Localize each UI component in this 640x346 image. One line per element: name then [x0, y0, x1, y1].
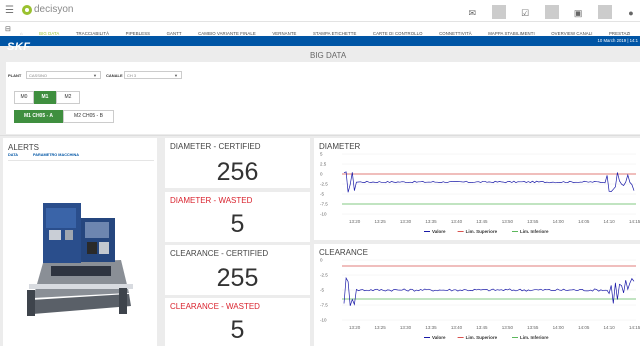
legend-entry: Valore — [432, 335, 446, 340]
y-tick-label: -10 — [320, 318, 327, 323]
user-icon[interactable]: ● — [624, 6, 638, 20]
kpi-label: CLEARANCE - WASTED — [170, 302, 260, 311]
legend-entry: Lim. Inferiore — [520, 335, 549, 340]
x-tick-label: 13:35 — [425, 219, 437, 224]
x-tick-label: 14:05 — [578, 325, 590, 330]
y-tick-label: -5 — [320, 288, 324, 293]
date-time: 10 March 2019 | 14:1 — [597, 38, 638, 43]
kpi-label: DIAMETER - CERTIFIED — [170, 142, 261, 151]
app-name: decisyon — [34, 4, 74, 15]
brand-bar: 10 March 2019 | 14:1 — [0, 36, 640, 46]
filter-panel: PLANT CASSINO ▼ CANALE CH 3 ▼ M0 M1 M2 M… — [6, 62, 640, 134]
x-tick-label: 13:20 — [349, 219, 361, 224]
plant-label: PLANT — [8, 73, 22, 78]
kpi-value: 256 — [216, 158, 259, 186]
y-tick-label: 2.5 — [320, 162, 327, 167]
skf-logo: SKF — [7, 41, 31, 53]
kpi-card-diameter-certified: DIAMETER - CERTIFIED 256 — [165, 138, 310, 188]
x-tick-label: 13:25 — [374, 219, 386, 224]
diameter-chart-card: DIAMETER 5 2.5 0 -2.5 -5 -7.5 -10 13:20 13:25 13:… — [314, 138, 640, 240]
kpi-value: 5 — [230, 210, 245, 238]
y-tick-label: 0 — [320, 258, 323, 263]
x-tick-label: 14:00 — [553, 325, 565, 330]
canale-label: CANALE — [106, 73, 123, 78]
x-tick-label: 13:55 — [527, 219, 539, 224]
clearance-chart: 0 -2.5 -5 -7.5 -10 13:20 13:25 13:30 13:35 13:40 1… — [320, 258, 640, 341]
x-tick-label: 13:50 — [502, 219, 514, 224]
nav-tree-icon[interactable]: ⊟ — [5, 25, 11, 33]
divider — [491, 4, 506, 19]
plant-value: CASSINO — [29, 73, 48, 78]
x-tick-label: 14:10 — [604, 219, 616, 224]
menu-icon[interactable]: ☰ — [5, 5, 14, 16]
x-tick-label: 13:25 — [374, 325, 386, 330]
x-tick-label: 13:45 — [476, 325, 488, 330]
kpi-card-diameter-wasted: DIAMETER - WASTED 5 — [165, 192, 310, 242]
top-icons: ✉ ☑ ▣ ● — [457, 3, 638, 19]
mail-icon[interactable]: ✉ — [465, 6, 479, 20]
kpi-card-clearance-certified: CLEARANCE - CERTIFIED 255 — [165, 245, 310, 295]
checkbox-icon[interactable]: ☑ — [518, 6, 532, 20]
canale-select[interactable]: CH 3 ▼ — [124, 71, 182, 79]
divider — [0, 135, 640, 136]
legend-entry: Valore — [432, 229, 446, 234]
nav-bar: ⊟ ⌂ BIG DATA TRACCIABILITÀ PIPEBLESS GAN… — [0, 22, 640, 36]
clearance-chart-card: CLEARANCE 0 -2.5 -5 -7.5 -10 13:20 13:25 13:30 1… — [314, 244, 640, 346]
y-tick-label: 5 — [320, 152, 323, 157]
x-tick-label: 13:55 — [527, 325, 539, 330]
legend-entry: Lim. Inferiore — [520, 229, 549, 234]
x-tick-label: 14:00 — [553, 219, 565, 224]
x-tick-label: 14:15 — [629, 325, 640, 330]
kpi-value: 255 — [216, 264, 259, 292]
divider — [597, 4, 612, 19]
series-line-valore — [343, 276, 635, 306]
chevron-down-icon: ▼ — [93, 73, 97, 78]
kpi-label: CLEARANCE - CERTIFIED — [170, 249, 269, 258]
y-tick-label: -5 — [320, 192, 324, 197]
x-tick-label: 14:10 — [604, 325, 616, 330]
kpi-label: DIAMETER - WASTED — [170, 196, 253, 205]
app-logo: decisyon — [22, 4, 112, 17]
y-tick-label: -10 — [320, 212, 327, 217]
chevron-down-icon: ▼ — [174, 73, 178, 78]
x-tick-label: 13:40 — [451, 219, 463, 224]
machine-m1-button[interactable]: M1 — [34, 91, 56, 104]
divider — [544, 4, 559, 19]
diameter-chart: 5 2.5 0 -2.5 -5 -7.5 -10 13:20 13:25 13:30 13:35 13… — [320, 152, 640, 235]
plant-select[interactable]: CASSINO ▼ — [26, 71, 101, 79]
kpi-value: 5 — [230, 316, 245, 344]
machine-m0-button[interactable]: M0 — [14, 91, 34, 104]
x-tick-label: 13:50 — [502, 325, 514, 330]
channel-ch05b-button[interactable]: M2 CH05 - B — [63, 110, 114, 123]
y-tick-label: 0 — [320, 172, 323, 177]
y-tick-label: -2.5 — [320, 182, 328, 187]
x-tick-label: 13:35 — [425, 325, 437, 330]
channel-ch05a-button[interactable]: M1 CH05 - A — [14, 110, 63, 123]
logo-mark-icon — [22, 5, 32, 15]
x-tick-label: 13:30 — [400, 325, 412, 330]
alerts-card: ALERTS DATA PARAMETRO MACCHINA — [3, 138, 157, 346]
kpi-card-clearance-wasted: CLEARANCE - WASTED 5 — [165, 298, 310, 346]
canale-value: CH 3 — [127, 73, 137, 78]
window-icon[interactable]: ▣ — [571, 6, 585, 20]
series-line-valore — [343, 171, 635, 193]
x-tick-label: 13:45 — [476, 219, 488, 224]
top-bar: ☰ decisyon ✉ ☑ ▣ ● — [0, 0, 640, 22]
x-tick-label: 13:40 — [451, 325, 463, 330]
machine-image — [27, 203, 133, 316]
y-tick-label: -2.5 — [320, 273, 328, 278]
page-title: BIG DATA — [310, 51, 347, 60]
x-tick-label: 13:30 — [400, 219, 412, 224]
legend-entry: Lim. Superiore — [466, 229, 498, 234]
x-tick-label: 14:15 — [629, 219, 640, 224]
x-tick-label: 13:20 — [349, 325, 361, 330]
machine-m2-button[interactable]: M2 — [56, 91, 80, 104]
y-tick-label: -7.5 — [320, 202, 328, 207]
y-tick-label: -7.5 — [320, 303, 328, 308]
x-tick-label: 14:05 — [578, 219, 590, 224]
legend-entry: Lim. Superiore — [466, 335, 498, 340]
